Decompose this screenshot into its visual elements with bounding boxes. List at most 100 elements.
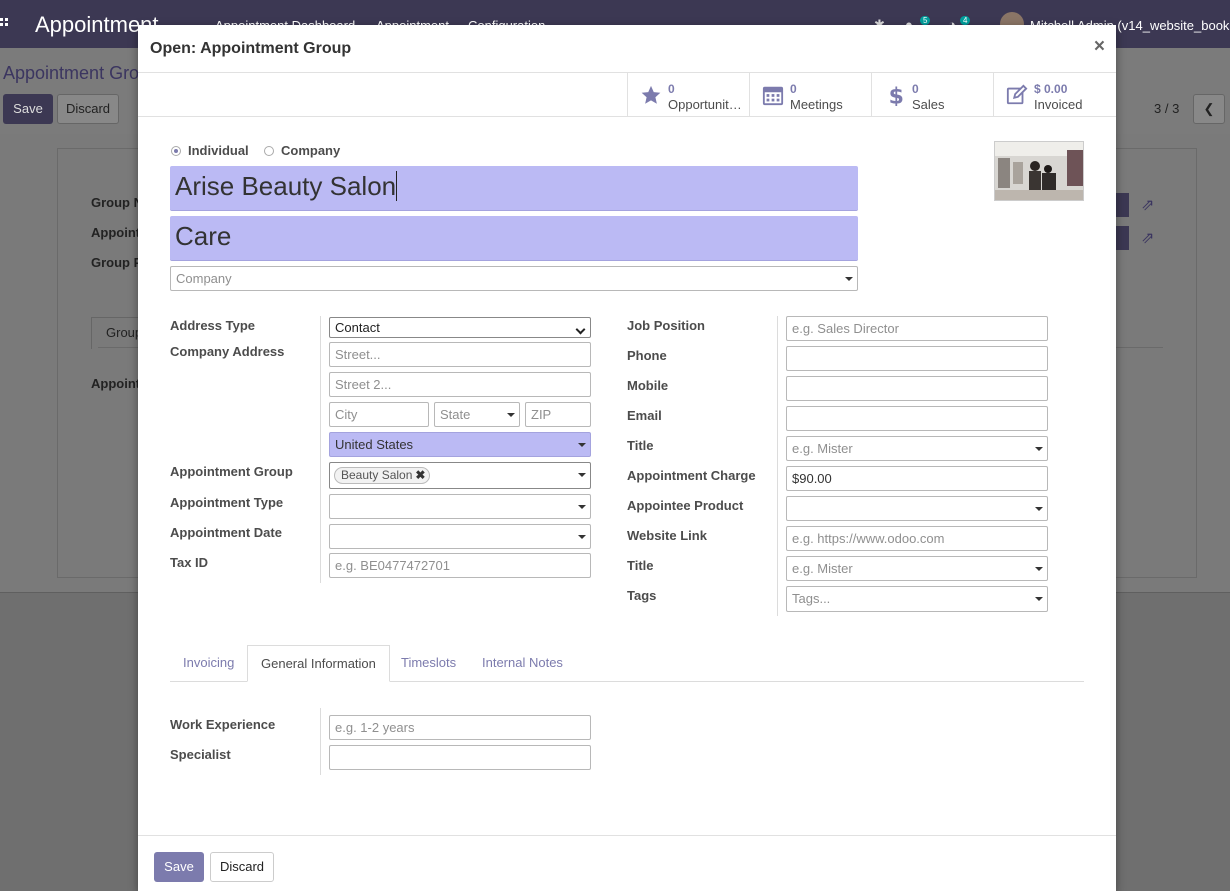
appointee-product-select[interactable] xyxy=(786,496,1048,521)
phone-input[interactable] xyxy=(786,346,1048,371)
tab-general-information[interactable]: General Information xyxy=(247,645,390,682)
street-input[interactable]: Street... xyxy=(329,342,591,367)
company-label: Company xyxy=(281,143,341,158)
state-select[interactable]: State xyxy=(434,402,520,427)
tags-field[interactable]: Tags... xyxy=(786,586,1048,612)
dollar-icon: $ xyxy=(889,84,904,106)
stat-value: 0 xyxy=(790,82,797,96)
apps-menu-icon[interactable] xyxy=(0,18,10,30)
remove-tag-icon[interactable]: ✖ xyxy=(415,468,425,482)
notebook-tabs: Invoicing General Information Timeslots … xyxy=(170,645,1084,682)
bg-label-group-name: Group N xyxy=(91,195,143,210)
pager-value: 3 / 3 xyxy=(1154,101,1180,116)
tag-chip: Beauty Salon ✖ xyxy=(334,467,431,484)
close-icon[interactable]: × xyxy=(1094,36,1105,58)
address-type-select[interactable]: Contact xyxy=(329,317,591,338)
dialog-header: Open: Appointment Group × xyxy=(138,25,1116,73)
appointment-charge-label: Appointment Charge xyxy=(627,468,756,483)
specialist-input[interactable] xyxy=(329,745,591,770)
opportunities-stat-button[interactable]: 0 Opportunit… xyxy=(627,73,749,117)
work-experience-label: Work Experience xyxy=(170,717,276,732)
subname-input[interactable]: Care xyxy=(170,216,858,261)
company-field[interactable]: Company xyxy=(170,266,858,291)
edit-invoice-icon xyxy=(1006,84,1028,105)
title2-label: Title xyxy=(627,558,654,573)
pager-previous-button[interactable]: ❮ xyxy=(1193,94,1225,124)
name-input[interactable]: Arise Beauty Salon xyxy=(170,166,858,211)
street2-input[interactable]: Street 2... xyxy=(329,372,591,397)
activity-count-badge: 4 xyxy=(960,16,971,25)
zip-input[interactable]: ZIP xyxy=(525,402,591,427)
appointment-group-dialog: Open: Appointment Group × 0 Opportunit… … xyxy=(138,25,1116,891)
website-link-input[interactable]: e.g. https://www.odoo.com xyxy=(786,526,1048,551)
title-select[interactable]: e.g. Mister xyxy=(786,436,1048,461)
tag-label: Beauty Salon xyxy=(341,468,413,482)
smart-button-box: 0 Opportunit… 0 Meetings $ 0 Sales $ 0.0… xyxy=(138,73,1116,117)
chat-count-badge: 5 xyxy=(920,16,931,25)
breadcrumb[interactable]: Appointment Group xyxy=(3,63,159,84)
name-value: Arise Beauty Salon xyxy=(175,171,397,201)
invoiced-stat-button[interactable]: $ 0.00 Invoiced xyxy=(993,73,1115,117)
tab-invoicing[interactable]: Invoicing xyxy=(170,645,247,678)
individual-radio[interactable]: Individual xyxy=(171,143,249,158)
appointment-type-select[interactable] xyxy=(329,494,591,519)
tax-id-input[interactable]: e.g. BE0477472701 xyxy=(329,553,591,578)
job-position-input[interactable]: e.g. Sales Director xyxy=(786,316,1048,341)
appointment-date-select[interactable] xyxy=(329,524,591,549)
city-input[interactable]: City xyxy=(329,402,429,427)
radio-selected-icon xyxy=(171,146,181,156)
tax-id-label: Tax ID xyxy=(170,555,209,570)
save-button[interactable]: Save xyxy=(154,852,204,882)
individual-label: Individual xyxy=(188,143,249,158)
mobile-label: Mobile xyxy=(627,378,669,393)
column-divider xyxy=(777,316,778,616)
appointment-group-field[interactable]: Beauty Salon ✖ xyxy=(329,462,591,489)
mobile-input[interactable] xyxy=(786,376,1048,401)
specialist-label: Specialist xyxy=(170,747,231,762)
external-link-icon[interactable]: ⇗ xyxy=(1141,195,1154,215)
country-select[interactable]: United States xyxy=(329,432,591,457)
appointment-date-label: Appointment Date xyxy=(170,525,282,540)
company-radio[interactable]: Company xyxy=(264,143,340,158)
company-address-label: Company Address xyxy=(170,344,285,359)
appointment-charge-input[interactable]: $90.00 xyxy=(786,466,1048,491)
bg-label-appointment: Appoint xyxy=(91,225,141,240)
email-input[interactable] xyxy=(786,406,1048,431)
discard-button[interactable]: Discard xyxy=(210,852,274,882)
appointee-product-label: Appointee Product xyxy=(627,498,744,513)
stat-label: Sales xyxy=(912,97,945,112)
tab-internal-notes[interactable]: Internal Notes xyxy=(469,645,576,678)
external-link-icon[interactable]: ⇗ xyxy=(1141,228,1154,248)
text-cursor xyxy=(396,171,398,201)
calendar-icon xyxy=(762,86,784,106)
column-divider xyxy=(320,708,321,775)
dialog-footer: Save Discard xyxy=(138,835,1116,891)
title2-select[interactable]: e.g. Mister xyxy=(786,556,1048,581)
star-icon xyxy=(641,85,661,104)
stat-label: Meetings xyxy=(790,97,843,112)
website-link-label: Website Link xyxy=(627,528,707,543)
address-type-label: Address Type xyxy=(170,318,256,333)
bg-discard-button[interactable]: Discard xyxy=(57,94,119,124)
dialog-title: Open: Appointment Group xyxy=(150,40,352,57)
stat-label: Opportunit… xyxy=(668,97,742,112)
bg-label-appointee: Appoint xyxy=(91,376,141,391)
tags-label: Tags xyxy=(627,588,657,603)
title-label: Title xyxy=(627,438,654,453)
stat-value: 0 xyxy=(668,82,675,96)
subname-value: Care xyxy=(175,221,232,251)
sales-stat-button[interactable]: $ 0 Sales xyxy=(871,73,993,117)
partner-image[interactable] xyxy=(994,141,1084,201)
radio-unselected-icon xyxy=(264,146,274,156)
stat-value: $ 0.00 xyxy=(1034,82,1068,96)
bg-save-button[interactable]: Save xyxy=(3,94,53,124)
column-divider xyxy=(320,316,321,583)
bg-label-group-product: Group P xyxy=(91,255,143,270)
tab-timeslots[interactable]: Timeslots xyxy=(388,645,469,678)
phone-label: Phone xyxy=(627,348,667,363)
meetings-stat-button[interactable]: 0 Meetings xyxy=(749,73,871,117)
email-label: Email xyxy=(627,408,662,423)
appointment-group-label: Appointment Group xyxy=(170,464,293,479)
work-experience-input[interactable]: e.g. 1-2 years xyxy=(329,715,591,740)
salon-photo xyxy=(995,142,1083,200)
